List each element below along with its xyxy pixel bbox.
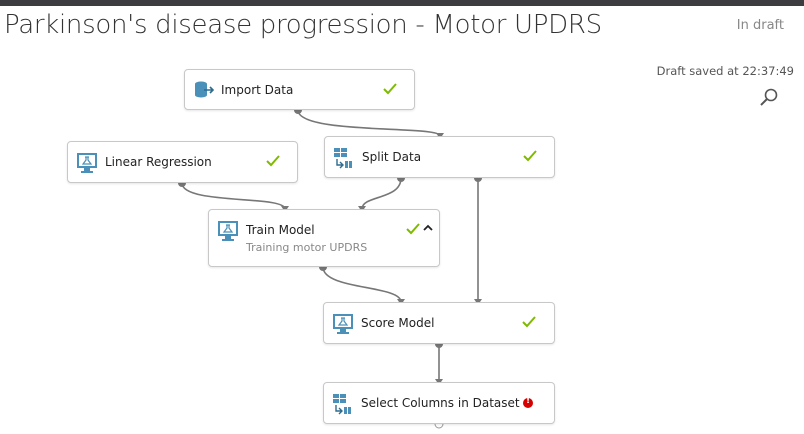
experiment-canvas[interactable]: Import Data Linear Regression Split Data… — [0, 0, 804, 434]
error-icon — [523, 396, 533, 408]
check-icon — [266, 155, 280, 167]
wire-split-to-train — [361, 177, 402, 210]
flask-monitor-icon — [218, 221, 238, 241]
module-train-model[interactable]: Train Model Training motor UPDRS — [208, 209, 440, 267]
module-subtitle: Training motor UPDRS — [246, 241, 368, 254]
check-icon — [406, 223, 420, 235]
module-label: Linear Regression — [105, 155, 212, 169]
check-icon — [522, 316, 536, 328]
check-icon — [383, 83, 397, 95]
module-select-columns[interactable]: Select Columns in Dataset — [323, 382, 555, 424]
wire-linreg-to-train — [181, 182, 286, 210]
table-columns-icon — [333, 394, 351, 415]
module-split-data[interactable]: Split Data — [324, 136, 555, 178]
module-score-model[interactable]: Score Model — [323, 302, 555, 344]
wire-train-to-score — [322, 266, 402, 303]
wire-import-to-split — [297, 109, 441, 137]
chevron-up-icon[interactable] — [422, 221, 434, 235]
module-import-data[interactable]: Import Data — [184, 69, 415, 110]
module-label: Train Model — [246, 223, 315, 237]
flask-monitor-icon — [77, 153, 97, 173]
import-data-icon — [195, 81, 215, 98]
module-label: Import Data — [221, 83, 294, 97]
module-label: Score Model — [361, 316, 435, 330]
module-label: Split Data — [362, 150, 422, 164]
module-label: Select Columns in Dataset — [361, 396, 520, 410]
split-data-icon — [334, 148, 352, 169]
module-linear-regression[interactable]: Linear Regression — [67, 141, 298, 183]
flask-monitor-icon — [333, 314, 353, 334]
check-icon — [523, 150, 537, 162]
